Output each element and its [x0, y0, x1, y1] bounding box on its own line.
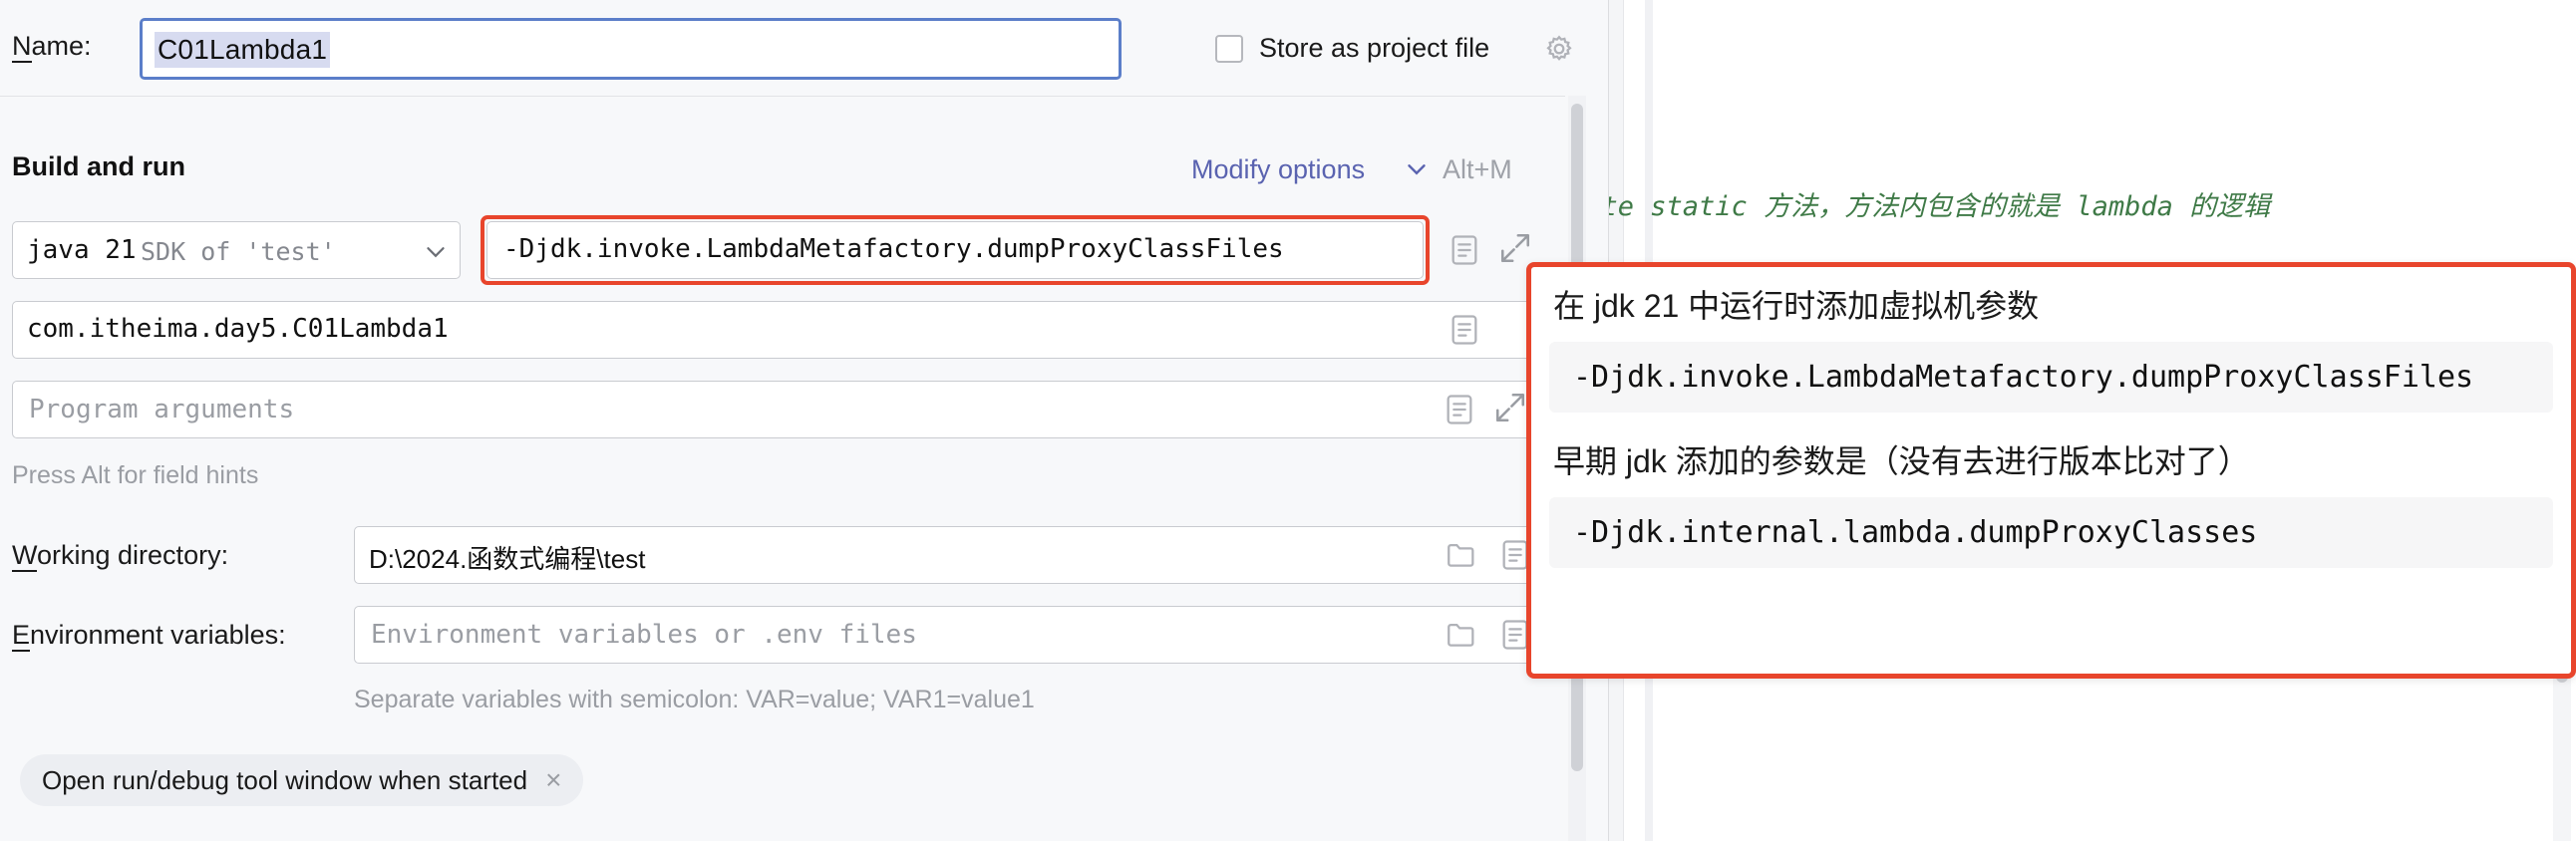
chevron-down-icon[interactable] [1407, 163, 1427, 175]
working-directory-input[interactable]: D:\2024.函数式编程\test [354, 526, 1547, 584]
expand-arrows-icon[interactable] [1498, 231, 1532, 265]
environment-variables-hint: Separate variables with semicolon: VAR=v… [354, 686, 1035, 713]
annotation-heading-1: 在 jdk 21 中运行时添加虚拟机参数 [1553, 288, 2040, 324]
program-arguments-input[interactable]: Program arguments [12, 381, 1547, 438]
field-hints-text: Press Alt for field hints [12, 461, 259, 489]
main-class-value: com.itheima.day5.C01Lambda1 [27, 314, 449, 344]
option-tag-open-run-debug-window[interactable]: Open run/debug tool window when started … [20, 754, 584, 806]
store-as-project-file-label: Store as project file [1259, 33, 1490, 63]
store-as-project-file-checkbox[interactable] [1215, 35, 1243, 63]
annotation-code-1: -Djdk.invoke.LambdaMetafactory.dumpProxy… [1549, 342, 2553, 414]
folder-icon[interactable] [1445, 538, 1478, 572]
gear-icon[interactable] [1543, 33, 1575, 65]
section-title-build-and-run: Build and run [12, 151, 185, 181]
working-directory-value: D:\2024.函数式编程\test [369, 544, 646, 574]
close-icon[interactable]: × [545, 766, 561, 794]
environment-variables-placeholder: Environment variables or .env files [371, 620, 917, 650]
macro-document-icon[interactable] [1443, 393, 1476, 426]
run-configuration-dialog: Name: C01Lambda1 Store as project file B… [0, 0, 1608, 841]
vm-options-input[interactable]: -Djdk.invoke.LambdaMetafactory.dumpProxy… [486, 221, 1424, 279]
name-label: Name: [12, 31, 92, 63]
name-input[interactable]: C01Lambda1 [140, 18, 1122, 80]
main-class-input[interactable]: com.itheima.day5.C01Lambda1 [12, 301, 1547, 359]
vm-options-value: -Djdk.invoke.LambdaMetafactory.dumpProxy… [503, 234, 1284, 264]
working-directory-label: Working directory: [12, 540, 229, 572]
macro-document-icon[interactable] [1448, 313, 1481, 347]
jdk-primary-label: java 21 [27, 235, 137, 265]
environment-variables-label: Environment variables: [12, 620, 286, 652]
chevron-down-icon[interactable] [426, 246, 446, 258]
annotation-heading-2: 早期 jdk 添加的参数是（没有去进行版本比对了） [1553, 443, 2250, 480]
environment-variables-input[interactable]: Environment variables or .env files [354, 606, 1547, 664]
option-tag-label: Open run/debug tool window when started [42, 764, 528, 795]
name-row: Name: C01Lambda1 Store as project file [0, 0, 1608, 100]
modify-options-link[interactable]: Modify options [1191, 154, 1365, 185]
program-arguments-placeholder: Program arguments [29, 395, 295, 424]
macro-document-icon[interactable] [1448, 233, 1481, 267]
annotation-code-2: -Djdk.internal.lambda.dumpProxyClasses [1549, 497, 2553, 569]
folder-icon[interactable] [1445, 618, 1478, 652]
modify-options-shortcut: Alt+M [1443, 154, 1512, 184]
divider-top [0, 96, 1565, 97]
code-comment-line: vate static 方法，方法内包含的就是 lambda 的逻辑 [1608, 191, 2271, 222]
jdk-secondary-label: SDK of 'test' [141, 237, 336, 266]
jdk-selector[interactable]: java 21 SDK of 'test' [12, 221, 461, 279]
name-input-value: C01Lambda1 [155, 32, 331, 68]
expand-arrows-icon[interactable] [1493, 391, 1527, 424]
annotation-panel: 在 jdk 21 中运行时添加虚拟机参数 -Djdk.invoke.Lambda… [1526, 262, 2576, 679]
